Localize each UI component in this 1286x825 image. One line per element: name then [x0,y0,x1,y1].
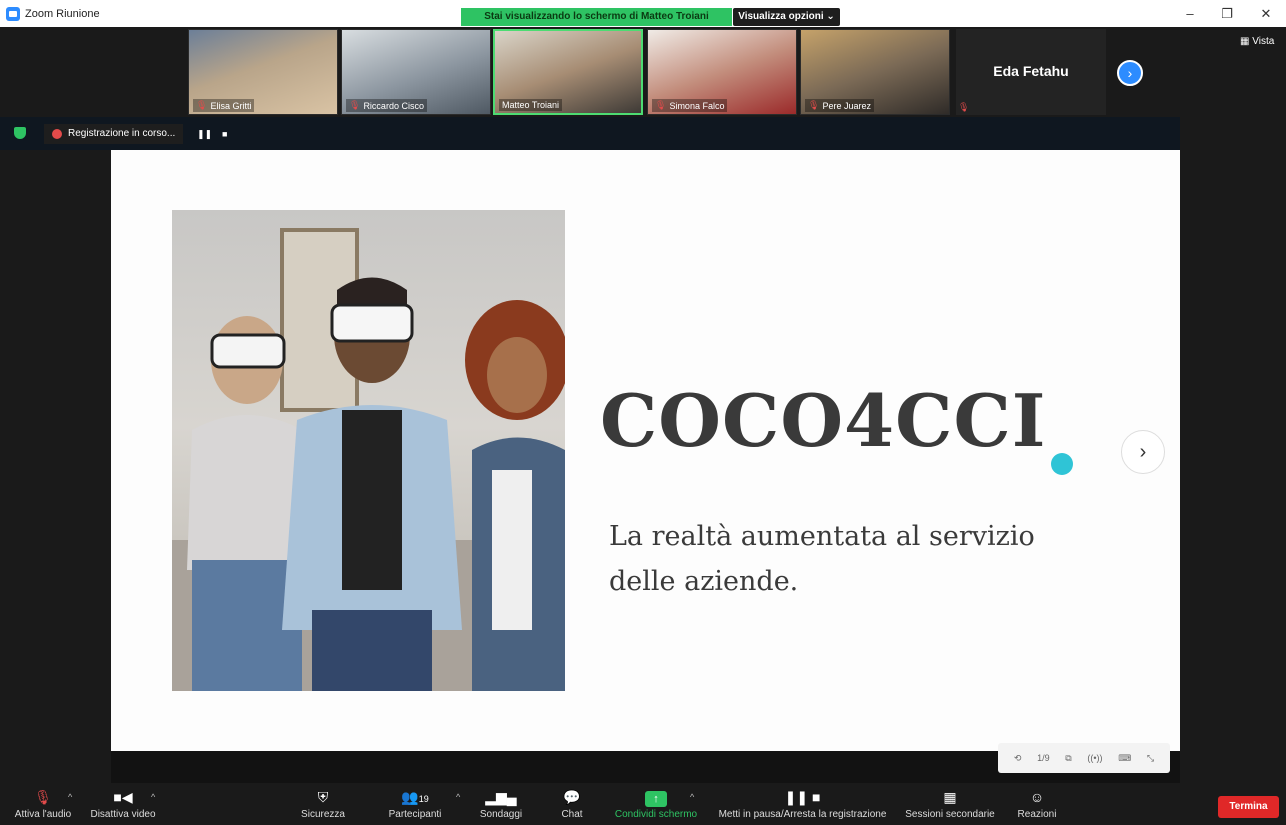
next-participants-button[interactable]: › [1117,60,1143,86]
presentation-controls: ⟲ 1/9 ⧉ ((•)) ⌨ ⤡ [998,743,1170,773]
breakout-grid-icon: ▦ [943,789,957,805]
polls-button[interactable]: ▂▆▄ Sondaggi [476,787,526,820]
mic-muted-icon: 🎙 [958,102,970,112]
participant-tile-no-video[interactable]: 🎙 Eda Fetahu [956,29,1106,115]
pause-stop-recording-button[interactable]: ❚❚ ■ Metti in pausa/Arresta la registraz… [710,787,895,820]
participant-name-tag: 🎙 Riccardo Cisco [346,99,427,112]
participant-name-tag: Matteo Troiani [499,99,563,111]
slide-back-icon[interactable]: ⟲ [1014,753,1022,764]
window-title-bar: Zoom Riunione Stai visualizzando lo sche… [0,0,1286,27]
keyboard-icon[interactable]: ⌨ [1118,753,1131,764]
mic-muted-icon: 🎙 [655,100,667,110]
encryption-shield-icon [14,127,26,139]
share-options-chevron-icon[interactable]: ^ [690,792,694,802]
collapse-icon[interactable]: ⤡ [1147,753,1154,764]
chat-bubble-icon: 💬 [563,789,581,805]
broadcast-icon[interactable]: ((•)) [1087,753,1102,763]
bar-chart-icon: ▂▆▄ [485,789,517,805]
cloud-recording-icon [52,129,62,139]
recording-indicator[interactable]: Registrazione in corso... [44,124,184,144]
zoom-logo-icon [6,7,20,21]
breakout-rooms-button[interactable]: ▦ Sessioni secondarie [902,787,998,820]
present-icon[interactable]: ⧉ [1065,753,1071,764]
participant-name-tag: 🎙 Elisa Gritti [193,99,255,112]
unmute-button[interactable]: 🎙 Attiva l'audio [10,787,76,820]
participant-tile[interactable]: 🎙 Simona Falco [647,29,797,115]
slide-next-button[interactable]: › [1121,430,1165,474]
slide-photo-vr-people [172,210,565,691]
screen-share-banner: Stai visualizzando lo schermo di Matteo … [461,8,732,26]
mic-muted-icon: 🎙 [349,100,361,110]
share-screen-button[interactable]: ↑ Condividi schermo [610,787,702,820]
grid-view-icon: ▦ [1240,36,1250,47]
slide-page-indicator: 1/9 [1037,753,1050,763]
participants-icon: 👥19 [401,789,429,805]
meeting-toolbar: 🎙 Attiva l'audio ^ ■◀ Disattiva video ^ … [0,783,1286,825]
pause-recording-icon[interactable]: ❚❚ [197,129,212,140]
participant-strip: 🎙 Elisa Gritti 🎙 Riccardo Cisco Matteo T… [0,27,1286,117]
participant-name-tag: 🎙 Simona Falco [652,99,728,112]
close-icon[interactable]: ✕ [1256,6,1276,22]
stop-video-button[interactable]: ■◀ Disattiva video [86,787,160,820]
video-options-chevron-icon[interactable]: ^ [151,792,155,802]
participant-tile-active-speaker[interactable]: Matteo Troiani [493,29,643,115]
audio-options-chevron-icon[interactable]: ^ [68,792,72,802]
mic-muted-icon: 🎙 [196,100,208,110]
slide-title: COCO4CCI [600,378,1047,463]
shared-screen-slide: COCO4CCI La realtà aumentata al servizio… [111,150,1180,751]
smiley-add-icon: ☺ [1029,789,1045,805]
participants-options-chevron-icon[interactable]: ^ [456,792,460,802]
shield-icon: ⛨ [317,789,329,805]
view-options-button[interactable]: Visualizza opzioni ⌄ [733,8,840,26]
participant-tile[interactable]: 🎙 Riccardo Cisco [341,29,491,115]
reactions-button[interactable]: ☺ Reazioni [1012,787,1062,820]
presenter-cursor-icon [1051,453,1073,475]
participants-button[interactable]: 👥19 Partecipanti [380,787,450,820]
share-screen-arrow-icon: ↑ [645,791,667,807]
minimize-icon[interactable]: – [1180,6,1200,21]
video-camera-icon: ■◀ [113,789,133,805]
participant-tile[interactable]: 🎙 Pere Juarez [800,29,950,115]
participant-tile[interactable]: 🎙 Elisa Gritti [188,29,338,115]
end-meeting-button[interactable]: Termina [1218,796,1279,818]
chat-button[interactable]: 💬 Chat [554,787,590,820]
view-toggle[interactable]: ▦ Vista [1240,36,1274,47]
participant-name-tag: 🎙 Pere Juarez [805,99,874,112]
participant-name: Eda Fetahu [993,63,1069,79]
recording-bar: Registrazione in corso... ❚❚ ■ [0,117,1180,150]
mic-muted-icon: 🎙 [808,100,820,110]
window-title: Zoom Riunione [25,8,100,20]
slide-subtitle: La realtà aumentata al servizio delle az… [609,521,1035,597]
security-button[interactable]: ⛨ Sicurezza [298,787,348,820]
stop-recording-icon[interactable]: ■ [222,129,227,139]
app-title: Zoom Riunione [6,7,100,21]
pause-stop-icon: ❚❚ ■ [784,789,821,805]
restore-icon[interactable]: ❐ [1217,6,1237,22]
mic-muted-icon: 🎙 [34,789,52,805]
